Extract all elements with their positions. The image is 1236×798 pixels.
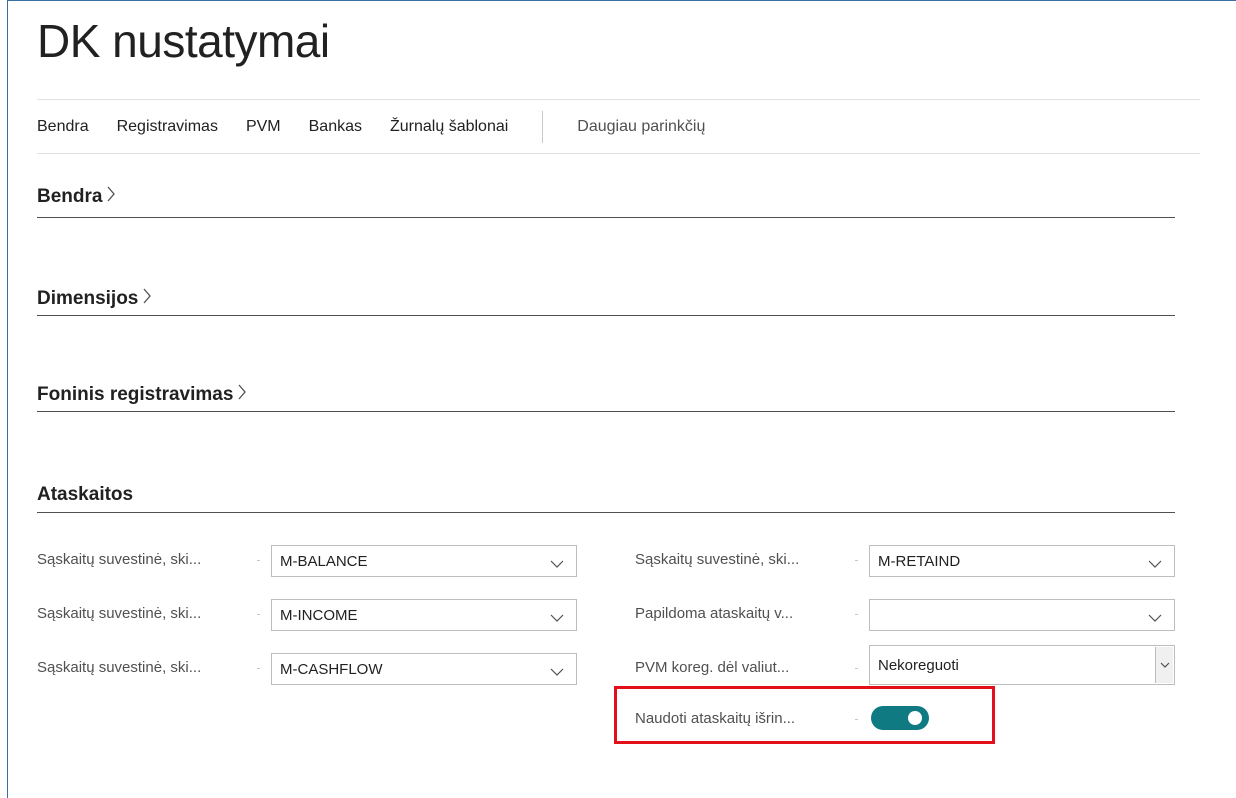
chevron-down-icon — [550, 556, 564, 574]
section-divider-dimensijos — [37, 315, 1175, 316]
action-bar: Bendra Registravimas PVM Bankas Žurnalų … — [37, 100, 705, 153]
account-schedule-cashflow-select[interactable]: M-CASHFLOW — [271, 653, 577, 685]
section-header-ataskaitos[interactable]: Ataskaitos — [37, 484, 133, 506]
chevron-down-icon — [550, 610, 564, 628]
chevron-down-icon — [550, 664, 564, 682]
field-leader — [257, 668, 260, 669]
window-frame-left — [7, 0, 8, 798]
vat-exchange-adjustment-select[interactable]: Nekoreguoti — [869, 645, 1175, 685]
field-leader — [855, 668, 858, 669]
select-value: M-RETAIND — [878, 552, 961, 570]
window-frame-top — [7, 0, 1236, 1]
chevron-down-icon — [1148, 610, 1162, 628]
chevron-down-icon — [1155, 647, 1173, 683]
account-schedule-balance-select[interactable]: M-BALANCE — [271, 545, 577, 577]
nav-divider-bottom — [37, 153, 1200, 154]
field-label-left-3: Sąskaitų suvestinė, ski... — [37, 659, 202, 676]
nav-item-pvm[interactable]: PVM — [246, 118, 281, 136]
select-value: Nekoreguoti — [878, 656, 959, 674]
field-label-right-1: Sąskaitų suvestinė, ski... — [635, 551, 800, 568]
page-title: DK nustatymai — [37, 15, 330, 67]
field-leader — [257, 560, 260, 561]
nav-item-bankas[interactable]: Bankas — [309, 118, 362, 136]
select-value: M-INCOME — [280, 606, 358, 624]
section-divider-foninis — [37, 411, 1175, 412]
section-header-bendra[interactable]: Bendra — [37, 185, 116, 209]
nav-item-registravimas[interactable]: Registravimas — [117, 118, 218, 136]
field-leader — [855, 614, 858, 615]
account-schedule-retained-select[interactable]: M-RETAIND — [869, 545, 1175, 577]
field-leader — [855, 560, 858, 561]
chevron-right-icon — [106, 185, 116, 209]
select-value: M-BALANCE — [280, 552, 368, 570]
section-title-foninis-registravimas: Foninis registravimas — [37, 384, 234, 405]
additional-reporting-currency-select[interactable] — [869, 599, 1175, 631]
field-leader — [257, 614, 260, 615]
nav-separator — [542, 110, 544, 143]
section-header-foninis-registravimas[interactable]: Foninis registravimas — [37, 383, 247, 407]
account-schedule-income-select[interactable]: M-INCOME — [271, 599, 577, 631]
section-divider-ataskaitos — [37, 512, 1175, 513]
nav-more-options[interactable]: Daugiau parinkčių — [577, 118, 705, 136]
field-label-left-1: Sąskaitų suvestinė, ski... — [37, 551, 202, 568]
chevron-right-icon — [142, 287, 152, 311]
nav-item-bendra[interactable]: Bendra — [37, 118, 89, 136]
field-label-right-2: Papildoma ataskaitų v... — [635, 605, 794, 622]
select-value: M-CASHFLOW — [280, 660, 383, 678]
section-header-dimensijos[interactable]: Dimensijos — [37, 287, 152, 311]
chevron-right-icon — [237, 383, 247, 407]
section-title-dimensijos: Dimensijos — [37, 288, 139, 309]
section-title-bendra: Bendra — [37, 186, 103, 207]
chevron-down-icon — [1148, 556, 1162, 574]
field-label-left-2: Sąskaitų suvestinė, ski... — [37, 605, 202, 622]
section-divider-bendra — [37, 217, 1175, 218]
nav-item-zurnalu-sablonai[interactable]: Žurnalų šablonai — [390, 118, 508, 136]
section-title-ataskaitos: Ataskaitos — [37, 484, 134, 505]
highlight-box — [614, 686, 995, 744]
field-label-right-3: PVM koreg. dėl valiut... — [635, 659, 790, 676]
